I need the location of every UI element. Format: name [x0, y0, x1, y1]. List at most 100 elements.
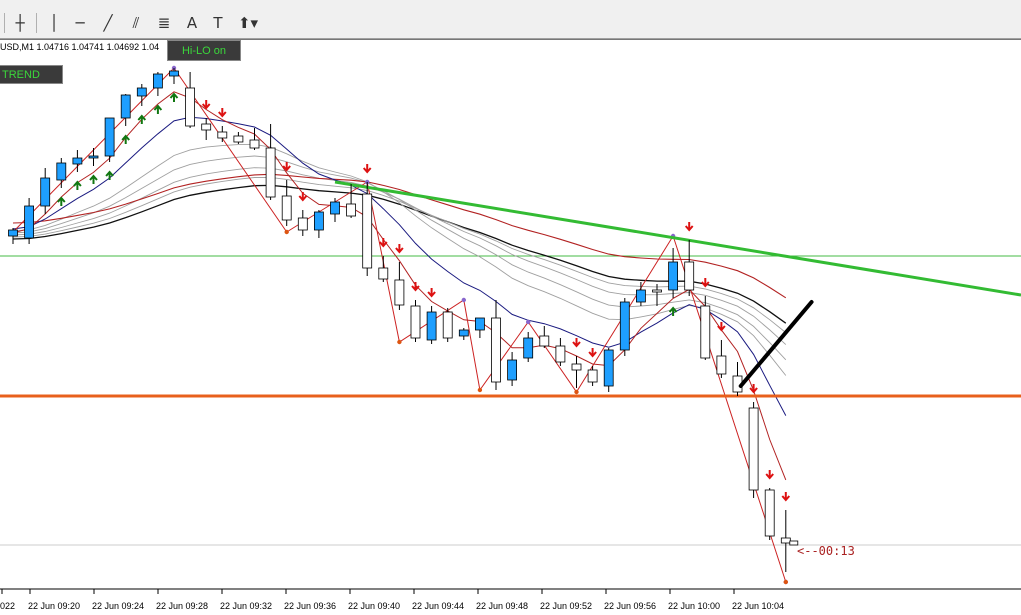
bear-candle	[571, 363, 582, 371]
green-trendline	[334, 180, 1021, 297]
bear-candle	[201, 123, 212, 131]
bull-candle	[313, 211, 324, 231]
bear-candle	[491, 317, 501, 383]
buy-arrow-icon	[105, 170, 114, 180]
sell-arrow-icon	[588, 348, 597, 358]
drawing-toolbar: ┼ │ ─ ╱ ⫽ ≣ A T ⬆▾	[0, 8, 1021, 39]
sell-arrow-icon	[379, 238, 388, 248]
bear-candle	[780, 537, 791, 544]
bull-candle	[40, 177, 51, 207]
bull-candle	[458, 329, 469, 337]
bull-candle	[104, 117, 115, 157]
x-tick-label: 22 Jun 09:24	[92, 601, 144, 611]
x-tick-label: 022	[0, 601, 15, 611]
x-tick-label: 22 Jun 09:36	[284, 601, 336, 611]
zigzag-line	[12, 67, 787, 583]
symbol-info: USD,M1 1.04716 1.04741 1.04692 1.04	[0, 42, 160, 52]
bear-candle	[748, 407, 759, 491]
ma-grey-line	[12, 155, 787, 361]
hilo-button[interactable]: Hi-LO on	[167, 40, 241, 61]
bear-candle	[265, 147, 276, 198]
sell-arrow-icon	[572, 338, 581, 348]
bear-candle	[555, 345, 566, 363]
bear-candle	[217, 131, 228, 139]
text-label-icon[interactable]: T	[206, 11, 230, 35]
candle-timer: <--00:13	[797, 544, 855, 558]
bull-candle	[120, 94, 131, 119]
bear-candle	[716, 355, 727, 375]
vertical-line-icon[interactable]: │	[42, 11, 66, 35]
buy-arrow-icon	[153, 104, 163, 114]
bear-candle	[346, 203, 357, 217]
bull-candle	[603, 349, 614, 387]
bull-candle	[72, 157, 83, 165]
sell-arrow-icon	[781, 492, 791, 502]
bull-candle	[474, 317, 485, 331]
sell-arrow-icon	[765, 470, 774, 480]
x-tick-label: 22 Jun 09:56	[604, 601, 656, 611]
bear-candle	[700, 305, 711, 359]
bull-candle	[24, 205, 35, 239]
horizontal-line-icon[interactable]: ─	[68, 11, 92, 35]
x-tick-label: 22 Jun 09:52	[540, 601, 592, 611]
sell-arrow-icon	[395, 244, 404, 254]
bull-candle	[507, 359, 518, 381]
trend-button[interactable]: TREND	[0, 65, 63, 84]
sell-arrow-icon	[427, 288, 436, 298]
bear-candle	[684, 261, 695, 291]
text-icon[interactable]: A	[180, 11, 204, 35]
bear-candle	[652, 289, 662, 293]
channel-icon[interactable]: ⫽	[124, 11, 148, 35]
sell-arrow-icon	[411, 282, 420, 292]
bull-candle	[152, 73, 163, 89]
sell-arrow-icon	[362, 164, 372, 174]
bear-candle	[764, 489, 775, 537]
bull-candle	[426, 311, 437, 341]
zigzag-low-dot	[783, 579, 788, 585]
bull-candle	[56, 162, 67, 181]
bear-candle	[587, 369, 598, 383]
trendline-icon[interactable]: ╱	[96, 11, 120, 35]
crosshair-icon[interactable]: ┼	[8, 11, 32, 35]
bear-candle	[539, 335, 550, 347]
toolbar-separator	[4, 13, 5, 33]
buy-arrow-icon	[121, 134, 130, 144]
price-chart[interactable]: <--00:13 022 22 Jun 09:20 22 Jun 09:24 22 Ju…	[0, 39, 1021, 615]
zigzag-high-dot	[461, 297, 466, 303]
bear-candle	[394, 279, 405, 306]
bull-candle	[330, 201, 340, 215]
buy-arrow-icon	[89, 174, 98, 184]
sell-arrow-icon	[298, 192, 308, 202]
bear-candle	[410, 305, 421, 339]
bear-candle	[233, 135, 244, 143]
x-tick-label: 22 Jun 09:44	[412, 601, 464, 611]
bear-candle	[378, 267, 389, 280]
x-tick-label: 22 Jun 09:40	[348, 601, 400, 611]
x-tick-label: 22 Jun 10:04	[732, 601, 784, 611]
bear-candle	[185, 87, 196, 127]
zigzag-low-dot	[574, 389, 579, 395]
zigzag-low-dot	[284, 229, 289, 235]
x-tick-label: 22 Jun 09:20	[28, 601, 80, 611]
x-tick-label: 22 Jun 09:32	[220, 601, 272, 611]
bull-candle	[169, 70, 179, 77]
bear-candle	[362, 193, 373, 269]
x-tick-label: 22 Jun 09:48	[476, 601, 528, 611]
x-tick-label: 22 Jun 10:00	[668, 601, 720, 611]
arrows-icon[interactable]: ⬆▾	[236, 11, 260, 35]
bear-candle	[281, 195, 292, 221]
toolbar-separator	[36, 13, 37, 33]
sell-arrow-icon	[218, 108, 227, 118]
bull-candle	[619, 301, 630, 351]
buy-arrow-icon	[73, 180, 82, 190]
bear-candle	[442, 311, 453, 339]
sell-arrow-icon	[201, 100, 211, 110]
sell-arrow-icon	[684, 222, 694, 232]
bull-candle	[136, 87, 147, 97]
fibonacci-icon[interactable]: ≣	[152, 11, 176, 35]
zigzag-low-dot	[477, 387, 483, 393]
bull-candle	[8, 229, 18, 237]
bear-candle	[297, 217, 308, 231]
bull-candle	[88, 155, 99, 159]
bull-candle	[636, 289, 646, 303]
